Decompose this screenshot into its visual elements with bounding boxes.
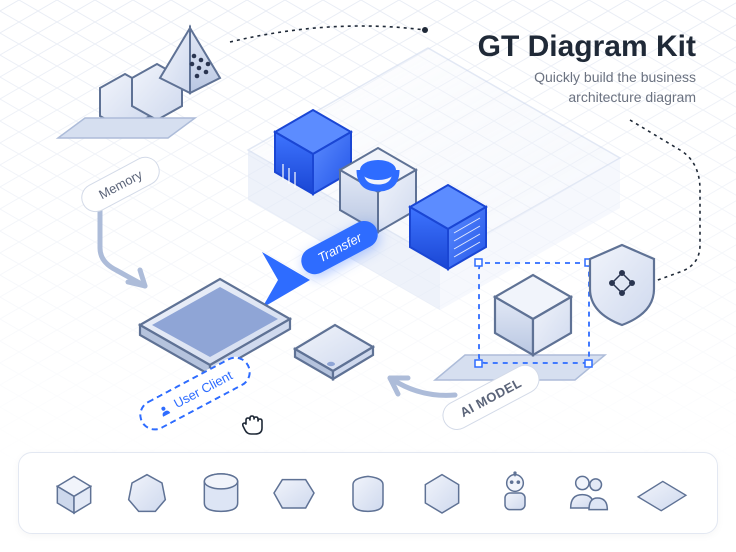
tool-rounded-cube[interactable] <box>340 465 396 521</box>
shapes-toolbar <box>18 452 718 534</box>
user-icon <box>156 402 172 418</box>
phone-node[interactable] <box>295 325 373 379</box>
pyramid-node[interactable] <box>160 28 220 93</box>
grab-cursor-icon <box>238 410 266 438</box>
subtitle-text: Quickly build the businessarchitecture d… <box>478 68 696 107</box>
page-title: GT Diagram Kit Quickly build the busines… <box>478 30 696 107</box>
tool-cylinder[interactable] <box>193 465 249 521</box>
tool-hexagon[interactable] <box>266 465 322 521</box>
dashed-connector-1 <box>230 26 425 42</box>
tablet-node[interactable] <box>140 279 290 375</box>
title-text: GT Diagram Kit <box>478 30 696 64</box>
tool-polygon[interactable] <box>414 465 470 521</box>
memory-arrow <box>100 210 145 286</box>
tool-cube[interactable] <box>46 465 102 521</box>
tool-people[interactable] <box>561 465 617 521</box>
shield-node[interactable] <box>590 245 654 325</box>
tool-tablet[interactable] <box>634 465 690 521</box>
tool-robot[interactable] <box>487 465 543 521</box>
tool-heptagon[interactable] <box>119 465 175 521</box>
